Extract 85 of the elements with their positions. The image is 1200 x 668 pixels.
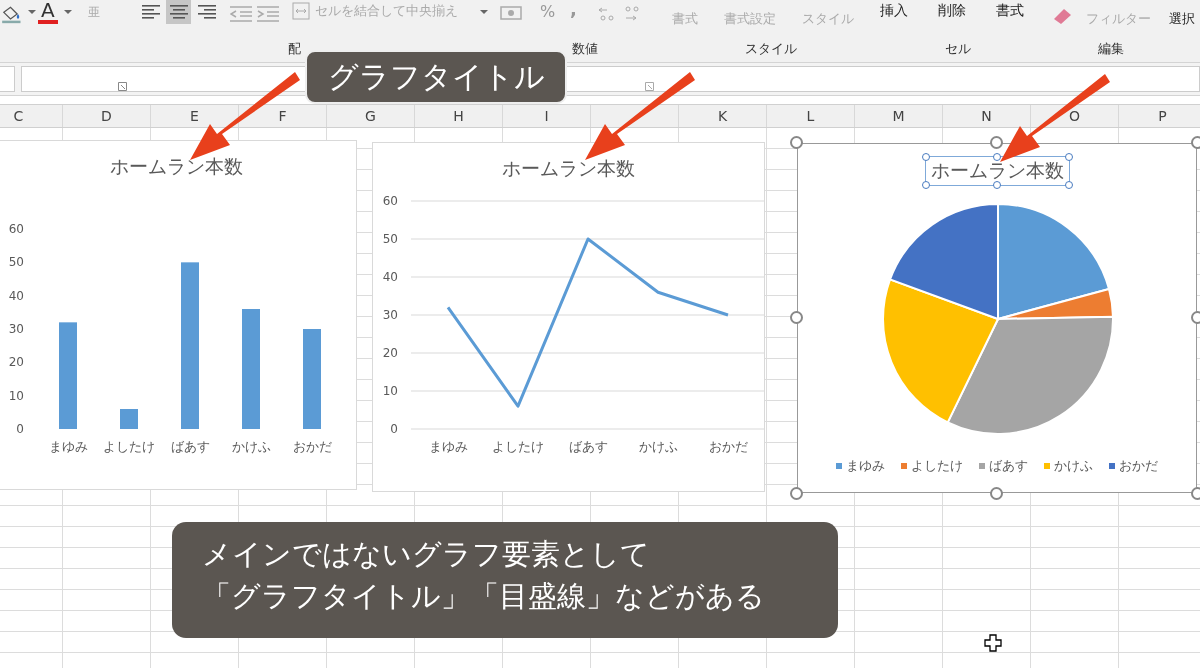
find-select-button[interactable]: 選択 — [1169, 10, 1195, 28]
data-line[interactable] — [446, 237, 729, 408]
caret-icon[interactable] — [64, 10, 72, 14]
axis-label: おかだ — [292, 439, 332, 454]
font-color-button[interactable]: A — [38, 0, 58, 24]
selection-handle[interactable] — [993, 153, 1001, 161]
axis-label: 50 — [8, 255, 24, 270]
axis-label: 20 — [8, 355, 24, 370]
dialog-launcher-icon[interactable] — [118, 82, 127, 91]
axis-label: 10 — [8, 388, 24, 403]
group-label: 数値 — [572, 40, 598, 58]
axis-label: まゆみ — [428, 439, 468, 454]
chart[interactable]: ホームラン本数 まゆみ よしたけ ばあす かけふ おかだ — [797, 143, 1197, 493]
axis-label: まゆみ — [48, 439, 88, 454]
dialog-launcher-icon[interactable] — [645, 82, 654, 91]
selection-handle[interactable] — [921, 181, 930, 189]
column-header[interactable]: H — [415, 105, 503, 127]
pie-slice[interactable] — [889, 203, 999, 320]
axis-label: 40 — [8, 288, 24, 303]
legend-swatch — [1044, 463, 1050, 469]
axis-label: 0 — [390, 422, 398, 436]
cell-button[interactable]: 挿入 — [880, 2, 908, 20]
caption-tooltip: グラフタイトル — [305, 50, 567, 104]
legend-label: よしたけ — [911, 457, 963, 475]
axis-label: かけふ — [638, 439, 678, 454]
callout-text: メインではないグラフ要素として — [202, 536, 651, 573]
legend-label: かけふ — [1054, 457, 1093, 475]
column-header[interactable]: G — [327, 105, 415, 127]
legend-label: まゆみ — [846, 457, 885, 475]
merge-icon — [292, 2, 310, 20]
group-label: 配 — [288, 40, 301, 58]
axis-label: 20 — [382, 346, 398, 360]
axis-label: 60 — [382, 194, 398, 208]
selection-handle[interactable] — [1064, 153, 1073, 161]
axis-label: かけふ — [231, 439, 271, 454]
axis-label: 10 — [382, 384, 398, 398]
axis-label: 60 — [8, 222, 24, 236]
legend-swatch — [979, 463, 985, 469]
axis-label: 30 — [8, 322, 24, 336]
chart-title[interactable]: ホームラン本数 — [497, 155, 640, 183]
axis-label: よしたけ — [492, 439, 544, 454]
pie-slice[interactable] — [882, 278, 999, 424]
axis-label: ばあす — [568, 439, 608, 454]
caret-icon[interactable] — [28, 10, 36, 14]
chart[interactable]: ホームラン本数 0 10 20 30 40 50 60 まゆみ よしたけ ばあす かけふ おかだ — [372, 142, 765, 492]
column-header[interactable]: N — [943, 105, 1031, 127]
chart-title[interactable]: ホームラン本数 — [104, 153, 248, 181]
caret-icon[interactable] — [480, 10, 488, 14]
axis-label: おかだ — [708, 439, 748, 454]
callout-text: 「グラフタイトル」「目盛線」などがある — [202, 578, 766, 615]
column-header[interactable]: C — [0, 105, 63, 127]
resize-handle[interactable] — [790, 487, 803, 500]
chart[interactable]: ホームラン本数 0 10 20 30 40 50 60 まゆみ よしたけ ばあす かけふ おかだ — [0, 140, 357, 490]
align-center-button[interactable] — [166, 0, 191, 24]
axis-label: ばあす — [170, 439, 210, 454]
column-header[interactable]: I — [503, 105, 591, 127]
pie-slice[interactable] — [997, 203, 1110, 320]
column-header[interactable]: P — [1119, 105, 1200, 127]
axis-label: よしたけ — [103, 439, 155, 454]
pie-slice[interactable] — [946, 315, 1114, 435]
decrease-indent-icon[interactable] — [230, 4, 252, 24]
selection-handle[interactable] — [993, 181, 1001, 189]
cell-button[interactable]: 削除 — [938, 2, 966, 20]
legend-label: おかだ — [1119, 457, 1158, 475]
column-header[interactable]: L — [767, 105, 855, 127]
legend-swatch — [836, 463, 842, 469]
axis-label: 0 — [16, 422, 24, 436]
selection-handle[interactable] — [921, 153, 930, 161]
column-header[interactable]: K — [679, 105, 767, 127]
legend-swatch — [901, 463, 907, 469]
group-label: セル — [945, 40, 971, 58]
cell-button[interactable]: 書式 — [996, 2, 1024, 20]
selection-handle[interactable] — [1064, 181, 1073, 189]
move-cursor-icon — [984, 634, 1002, 652]
legend-swatch — [1109, 463, 1115, 469]
group-label: 編集 — [1098, 40, 1124, 58]
increase-indent-icon[interactable] — [257, 4, 279, 24]
axis-label: 30 — [382, 308, 398, 322]
axis-label: 40 — [382, 270, 398, 284]
column-header[interactable]: M — [855, 105, 943, 127]
column-header[interactable]: D — [63, 105, 151, 127]
group-label: スタイル — [745, 40, 797, 58]
legend-label: ばあす — [989, 457, 1028, 475]
axis-label: 50 — [382, 232, 398, 246]
resize-handle[interactable] — [790, 136, 803, 149]
